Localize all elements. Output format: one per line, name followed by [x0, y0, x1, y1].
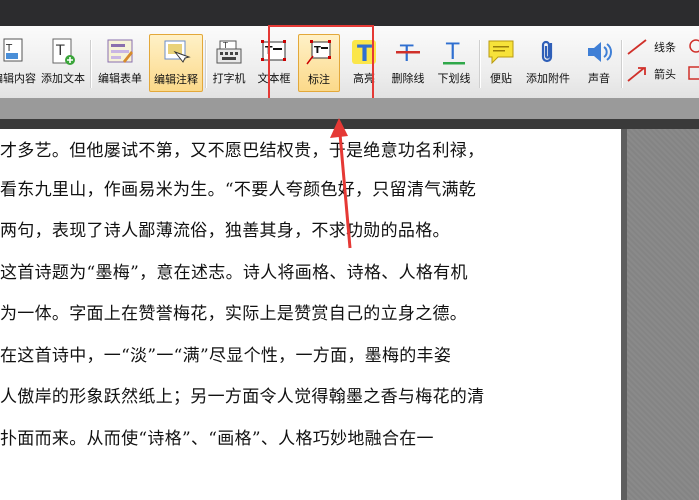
pointer-arrow — [330, 118, 352, 249]
